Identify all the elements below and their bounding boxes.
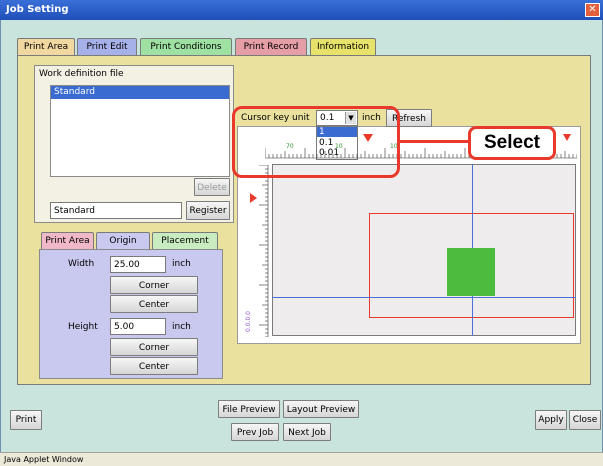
tab-information[interactable]: Information [310,38,376,55]
height-corner-button[interactable]: Corner [110,338,198,356]
width-label: Width [68,259,95,269]
height-label: Height [68,322,98,332]
status-text: Java Applet Window [4,455,84,464]
prev-job-button[interactable]: Prev Job [231,423,279,441]
window-title: Job Setting [6,4,69,15]
delete-button[interactable]: Delete [194,178,230,196]
height-center-button[interactable]: Center [110,357,198,375]
close-icon: ✕ [588,4,597,15]
marker-triangle-left [250,193,257,203]
width-input[interactable]: 25.00 [110,256,166,273]
list-item-standard[interactable]: Standard [51,86,229,99]
subtab-print-area[interactable]: Print Area [41,232,94,249]
status-bar: Java Applet Window [0,452,603,466]
close-button[interactable]: Close [569,410,601,430]
callout-connector [398,140,468,143]
axis-label: 0.0.0.0 [245,311,252,332]
subtab-placement[interactable]: Placement [152,232,218,249]
tab-print-conditions[interactable]: Print Conditions [140,38,232,55]
width-corner-button[interactable]: Corner [110,276,198,294]
subtab-origin[interactable]: Origin [96,232,150,249]
width-center-button[interactable]: Center [110,295,198,313]
work-definition-label: Work definition file [39,69,124,79]
apply-button[interactable]: Apply [535,410,567,430]
highlight-frame [232,106,400,178]
tab-print-record[interactable]: Print Record [235,38,307,55]
title-bar: Job Setting [0,0,603,20]
file-preview-button[interactable]: File Preview [218,400,280,418]
height-input[interactable]: 5.00 [110,318,166,335]
definition-name-input[interactable]: Standard [50,202,182,219]
layout-preview-button[interactable]: Layout Preview [283,400,359,418]
register-button[interactable]: Register [186,201,230,220]
select-callout: Select [468,126,556,160]
print-button[interactable]: Print [10,410,42,430]
marker-triangle-right [563,134,571,141]
next-job-button[interactable]: Next Job [283,423,331,441]
width-unit: inch [172,259,191,269]
callout-text: Select [484,132,540,153]
height-unit: inch [172,322,191,332]
tab-print-area[interactable]: Print Area [17,38,75,55]
print-object-block[interactable] [447,248,495,296]
tab-print-edit[interactable]: Print Edit [77,38,137,55]
window-close-button[interactable]: ✕ [585,3,600,17]
crosshair-horizontal [272,297,576,298]
